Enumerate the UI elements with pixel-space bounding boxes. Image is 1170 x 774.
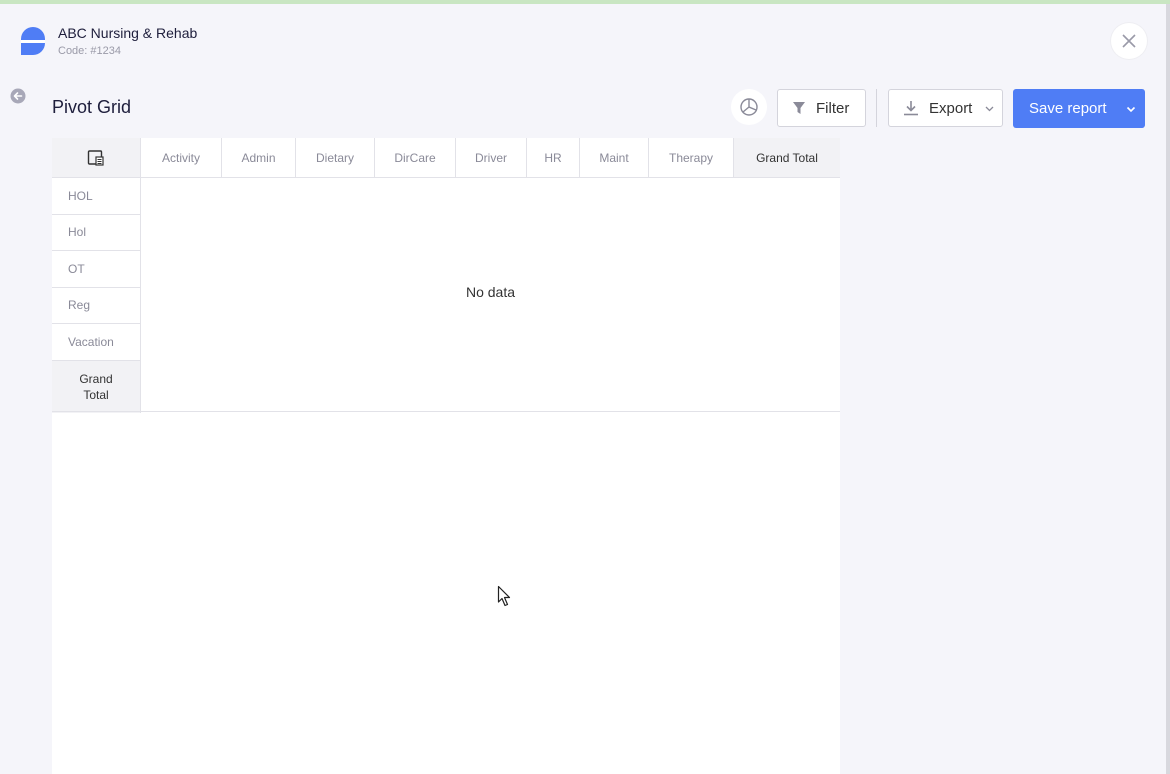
column-header[interactable]: Activity (141, 138, 222, 177)
column-header[interactable]: Driver (456, 138, 527, 177)
export-label: Export (929, 99, 973, 117)
background-window-edge (1166, 4, 1170, 774)
save-report-label: Save report (1029, 100, 1107, 117)
app-window: ABC Nursing & Rehab Code: #1234 Pivot Gr… (0, 0, 1170, 774)
top-strip (0, 0, 1170, 4)
chevron-down-icon[interactable] (985, 104, 994, 113)
row-header[interactable]: HOL (52, 178, 140, 215)
column-header-row: Activity Admin Dietary DirCare Driver HR… (141, 138, 840, 178)
save-options-dropdown[interactable] (1117, 89, 1145, 128)
row-grand-total-header: Grand Total (52, 360, 140, 413)
row-header[interactable]: OT (52, 251, 140, 288)
filter-label: Filter (816, 99, 850, 117)
org-code: Code: #1234 (58, 45, 121, 57)
back-arrow-icon[interactable] (10, 88, 26, 104)
filter-button[interactable]: Filter (777, 89, 866, 127)
field-chooser-icon (87, 149, 104, 166)
column-header[interactable]: DirCare (375, 138, 456, 177)
save-report-button[interactable]: Save report (1013, 89, 1145, 128)
org-name: ABC Nursing & Rehab (58, 25, 198, 41)
chevron-down-icon (1126, 106, 1136, 112)
close-icon (1122, 34, 1136, 48)
export-button[interactable]: Export (888, 89, 1003, 127)
grid-bottom-border (52, 411, 840, 412)
column-header[interactable]: HR (527, 138, 580, 177)
column-header[interactable]: Dietary (296, 138, 375, 177)
column-header[interactable]: Maint (580, 138, 649, 177)
column-header[interactable]: Admin (222, 138, 296, 177)
toolbar-divider (876, 89, 877, 127)
pie-chart-icon (740, 98, 758, 116)
download-icon (904, 101, 918, 116)
row-grand-total-label: Grand Total (79, 371, 113, 402)
filter-icon (793, 102, 805, 114)
column-grand-total-header: Grand Total (734, 138, 840, 177)
row-header[interactable]: Reg (52, 288, 140, 324)
org-logo-icon (21, 27, 45, 55)
pivot-grid: Activity Admin Dietary DirCare Driver HR… (52, 138, 840, 774)
row-header[interactable]: Hol (52, 215, 140, 251)
field-chooser-button[interactable] (52, 138, 141, 178)
row-header[interactable]: Vacation (52, 324, 140, 361)
row-header-column: HOL Hol OT Reg Vacation Grand Total (52, 178, 141, 413)
close-button[interactable] (1111, 23, 1147, 59)
no-data-message: No data (465, 284, 516, 300)
chart-toggle-button[interactable] (731, 89, 767, 125)
mouse-cursor-icon (497, 585, 511, 607)
column-header[interactable]: Therapy (649, 138, 734, 177)
page-title: Pivot Grid (52, 97, 132, 117)
